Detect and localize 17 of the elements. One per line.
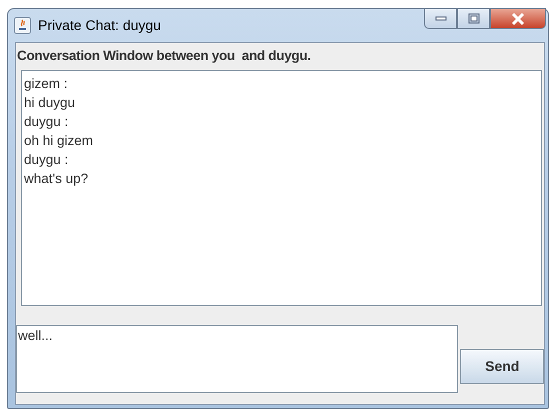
message-line: duygu : — [24, 113, 70, 131]
message-line: gizem : — [24, 75, 69, 93]
message-line: what's up? — [24, 170, 90, 188]
window-title: Private Chat: duygu — [38, 16, 161, 35]
coffee-cup-icon — [14, 17, 31, 34]
message-input[interactable]: well... — [16, 325, 458, 393]
message-line: oh hi gizem — [24, 132, 94, 150]
conversation-heading: Conversation Window between you and duygu. — [16, 47, 312, 65]
minimize-button[interactable] — [424, 8, 457, 29]
minimize-icon — [434, 16, 446, 22]
maximize-button[interactable] — [457, 8, 490, 29]
send-button[interactable]: Send — [460, 349, 544, 384]
message-line: hi duygu — [24, 94, 76, 112]
close-button[interactable] — [490, 8, 546, 29]
message-line: duygu : — [24, 151, 70, 169]
maximize-icon — [468, 13, 480, 24]
close-icon — [511, 12, 525, 24]
